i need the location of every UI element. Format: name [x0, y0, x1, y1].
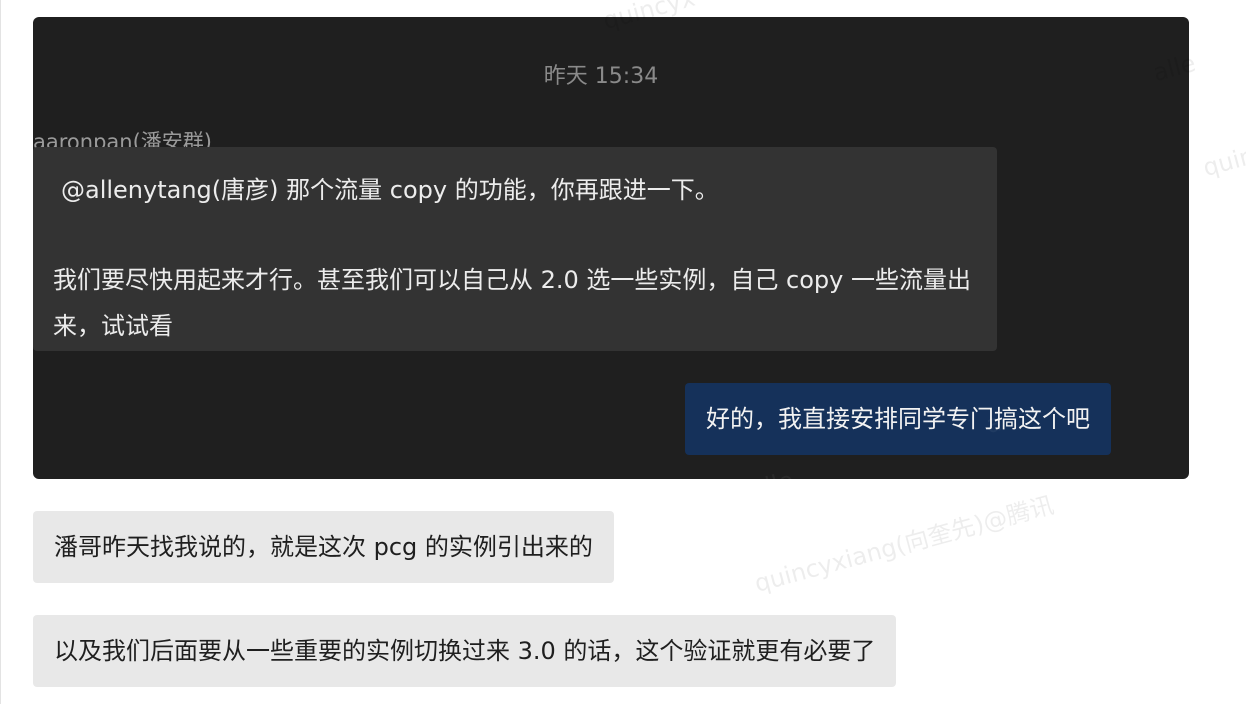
left-border	[0, 0, 1, 704]
chat-window: 昨天 15:34 aaronpan(潘安群) @allenytang(唐彦) 那…	[0, 0, 1246, 704]
quoted-message-bubble[interactable]: @allenytang(唐彦) 那个流量 copy 的功能，你再跟进一下。 我们…	[33, 147, 997, 351]
quoted-message-line: @allenytang(唐彦) 那个流量 copy 的功能，你再跟进一下。	[61, 176, 719, 204]
quoted-conversation-panel[interactable]: 昨天 15:34 aaronpan(潘安群) @allenytang(唐彦) 那…	[33, 17, 1189, 479]
quoted-message-line: 我们要尽快用起来才行。甚至我们可以自己从 2.0 选一些实例，自己 copy 一…	[53, 266, 971, 340]
watermark: quincyxiang(向奎先)@腾讯	[751, 490, 1057, 598]
message-timestamp: 昨天 15:34	[543, 64, 659, 89]
reply-message-bubble[interactable]: 好的，我直接安排同学专门搞这个吧	[685, 383, 1111, 455]
message-bubble[interactable]: 潘哥昨天找我说的，就是这次 pcg 的实例引出来的	[33, 511, 614, 583]
watermark: quin	[1200, 141, 1246, 183]
message-bubble[interactable]: 以及我们后面要从一些重要的实例切换过来 3.0 的话，这个验证就更有必要了	[33, 615, 897, 687]
watermark: alle	[748, 466, 797, 479]
